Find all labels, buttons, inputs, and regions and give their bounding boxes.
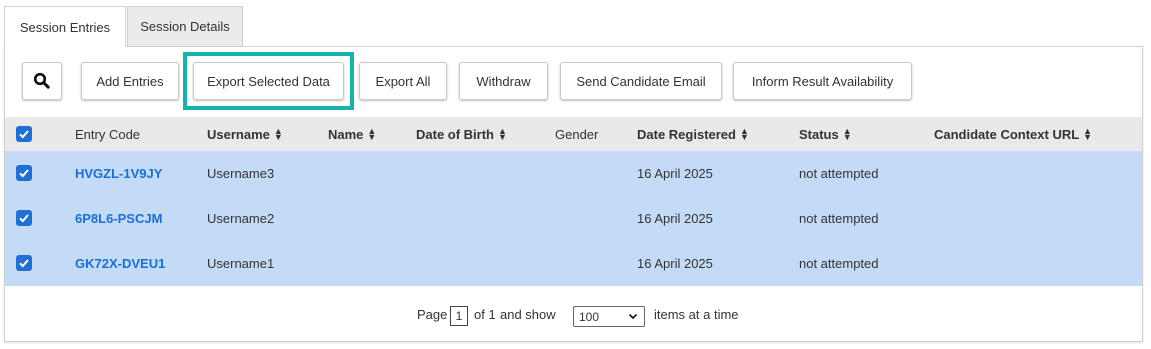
username-cell: Username1: [207, 256, 275, 271]
tab-session-entries[interactable]: Session Entries: [4, 6, 126, 47]
page-label: Page: [417, 307, 448, 322]
header-status[interactable]: Status ▲ ▼: [799, 117, 852, 151]
sort-icon: ▲ ▼: [739, 126, 749, 142]
checkmark-icon: [19, 214, 29, 223]
checkmark-icon: [19, 169, 29, 178]
search-button[interactable]: [22, 62, 62, 100]
date-registered-cell: 16 April 2025: [637, 256, 713, 271]
header-name[interactable]: Name ▲ ▼: [328, 117, 376, 151]
username-cell: Username2: [207, 211, 275, 226]
export-all-button[interactable]: Export All: [359, 62, 447, 100]
header-date-registered[interactable]: Date Registered ▲ ▼: [637, 117, 749, 151]
date-registered-cell: 16 April 2025: [637, 211, 713, 226]
header-username-label: Username: [207, 126, 270, 142]
header-name-label: Name: [328, 126, 364, 142]
header-entry-code: Entry Code: [75, 117, 140, 151]
entry-code-link[interactable]: GK72X-DVEU1: [75, 241, 165, 286]
entry-code-link[interactable]: 6P8L6-PSCJM: [75, 196, 162, 241]
table-row[interactable]: GK72X-DVEU1 Username1 16 April 2025 not …: [5, 241, 1142, 286]
sort-icon: ▲ ▼: [1083, 126, 1093, 142]
export-selected-data-button[interactable]: Export Selected Data: [193, 62, 344, 100]
sort-icon: ▲ ▼: [273, 126, 283, 142]
status-cell: not attempted: [799, 166, 879, 181]
status-cell: not attempted: [799, 211, 879, 226]
header-username[interactable]: Username ▲ ▼: [207, 117, 283, 151]
withdraw-button[interactable]: Withdraw: [459, 62, 548, 100]
page-size-value: 100: [579, 309, 600, 324]
header-candidate-context-url[interactable]: Candidate Context URL ▲ ▼: [934, 117, 1092, 151]
header-dob-label: Date of Birth: [416, 126, 494, 142]
pagination: Page 1 of 1 and show 100 items at a time: [5, 297, 1142, 333]
inform-result-availability-button[interactable]: Inform Result Availability: [733, 62, 912, 100]
entry-code-link[interactable]: HVGZL-1V9JY: [75, 151, 162, 196]
header-entry-code-label: Entry Code: [75, 126, 141, 142]
header-gender-label: Gender: [555, 126, 599, 142]
header-date-registered-label: Date Registered: [637, 126, 736, 142]
session-entries-panel: Add Entries Export Selected Data Export …: [4, 46, 1143, 342]
sort-icon: ▲ ▼: [367, 126, 377, 142]
add-entries-button[interactable]: Add Entries: [81, 62, 179, 100]
page-number-input[interactable]: 1: [450, 306, 468, 326]
row-checkbox[interactable]: [16, 210, 32, 226]
date-registered-cell: 16 April 2025: [637, 166, 713, 181]
header-status-label: Status: [799, 126, 839, 142]
page-size-select[interactable]: 100: [573, 306, 645, 327]
header-date-of-birth[interactable]: Date of Birth ▲ ▼: [416, 117, 507, 151]
table-header: Entry Code Username ▲ ▼ Name ▲ ▼ Date of Bir…: [5, 117, 1142, 151]
status-cell: not attempted: [799, 256, 879, 271]
header-gender: Gender: [555, 117, 598, 151]
table-row[interactable]: 6P8L6-PSCJM Username2 16 April 2025 not …: [5, 196, 1142, 241]
items-at-a-time-label: items at a time: [654, 307, 739, 322]
checkmark-icon: [19, 130, 29, 139]
checkmark-icon: [19, 259, 29, 268]
tab-bar: Session Entries Session Details: [4, 6, 243, 47]
row-checkbox[interactable]: [16, 165, 32, 181]
table-row[interactable]: HVGZL-1V9JY Username3 16 April 2025 not …: [5, 151, 1142, 196]
select-all-checkbox[interactable]: [16, 126, 32, 142]
and-show-label: and show: [500, 307, 556, 322]
sort-icon: ▲ ▼: [498, 126, 507, 142]
sort-icon: ▲ ▼: [842, 126, 852, 142]
username-cell: Username3: [207, 166, 275, 181]
chevron-down-icon: [628, 313, 638, 320]
page-count-label: of 1: [474, 307, 496, 322]
tab-session-details[interactable]: Session Details: [127, 6, 243, 46]
send-candidate-email-button[interactable]: Send Candidate Email: [560, 62, 722, 100]
row-checkbox[interactable]: [16, 255, 32, 271]
header-context-url-label: Candidate Context URL: [934, 126, 1080, 142]
search-icon: [33, 72, 50, 89]
